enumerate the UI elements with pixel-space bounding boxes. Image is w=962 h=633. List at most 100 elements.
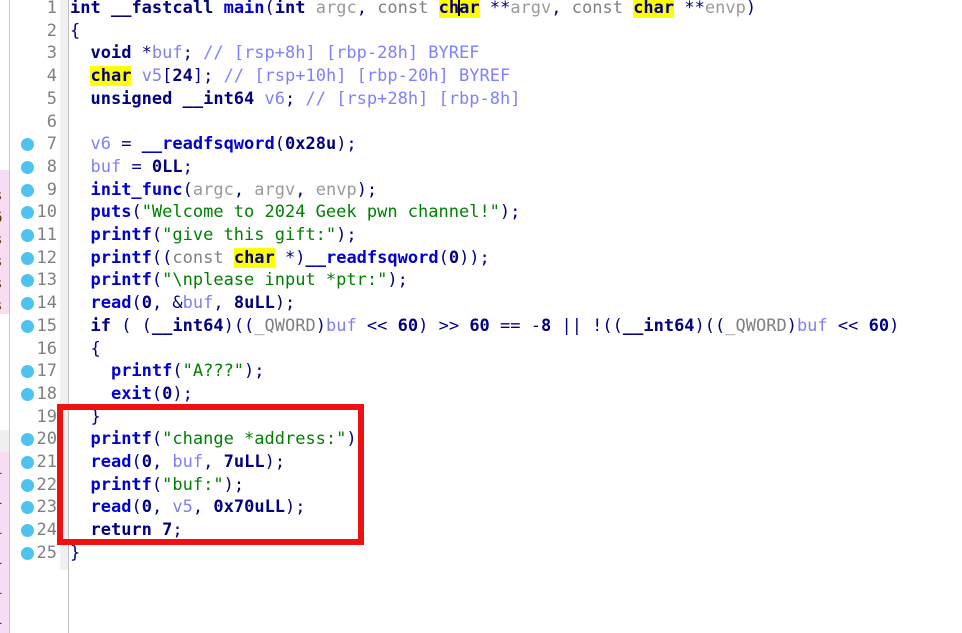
keyword: void [90, 43, 132, 64]
function-name: read [90, 497, 132, 518]
code-punctuation: ** [479, 0, 511, 18]
function-name: exit [110, 383, 152, 404]
left-strip-pink-band-lower [0, 452, 9, 633]
code-punctuation [101, 0, 111, 18]
code-punctuation: ( ( [110, 315, 152, 336]
code-punctuation: ( [151, 225, 163, 245]
code-line[interactable]: init_func(argc, argv, envp); [70, 179, 377, 202]
code-punctuation: ( [151, 383, 163, 404]
code-punctuation: ); [274, 293, 296, 314]
code-line[interactable]: exit(0); [70, 383, 193, 406]
line-number: 19 [36, 406, 57, 427]
left-strip-fragment: s [0, 188, 9, 204]
code-line[interactable]: read(0, v5, 0x70uLL); [70, 496, 305, 519]
highlighted-token[interactable]: char [633, 0, 675, 18]
keyword: int [274, 0, 306, 18]
code-line[interactable]: printf("A???"); [70, 360, 265, 383]
code-punctuation [70, 66, 90, 86]
code-line[interactable]: printf((const char *)__readfsqword(0)); [70, 247, 490, 270]
function-name: printf [90, 225, 152, 245]
code-punctuation: , & [151, 293, 183, 314]
local-variable: buf [90, 156, 122, 177]
code-punctuation: (( [151, 247, 173, 268]
code-punctuation [70, 157, 90, 177]
left-strip-fragment: 1 [0, 582, 9, 598]
code-line[interactable]: buf = 0LL; [70, 156, 193, 179]
line-number: 17 [36, 361, 57, 382]
code-line[interactable]: read(0, buf, 7uLL); [70, 451, 285, 474]
keyword: __fastcall [110, 0, 214, 18]
code-punctuation: ** [674, 0, 705, 18]
code-line[interactable]: int __fastcall main(int argc, const char… [70, 0, 756, 20]
code-punctuation: ( [264, 0, 275, 18]
type-keyword: _QWORD [725, 315, 787, 336]
code-punctuation [70, 316, 90, 336]
code-line[interactable]: printf("change *address:"); [70, 428, 367, 451]
code-punctuation [70, 384, 111, 404]
left-strip-grey-band [0, 430, 9, 452]
code-line[interactable]: puts("Welcome to 2024 Geek pwn channel!"… [70, 201, 520, 224]
left-strip-fragment: s [0, 232, 9, 248]
code-line[interactable]: if ( (__int64)((_QWORD)buf << 60) >> 60 … [70, 315, 899, 338]
code-punctuation [70, 429, 90, 449]
code-punctuation: ); [172, 383, 193, 404]
code-punctuation: ); [346, 429, 367, 450]
function-argument: argv [510, 0, 552, 18]
code-punctuation: = [110, 134, 142, 155]
highlighted-token[interactable]: char [438, 0, 480, 18]
code-line[interactable]: read(0, &buf, 8uLL); [70, 292, 295, 315]
code-line[interactable]: void *buf; // [rsp+8h] [rbp-28h] BYREF [70, 42, 479, 65]
code-token: 0x70uLL [213, 497, 286, 518]
code-line[interactable]: { [70, 338, 101, 361]
function-name: read [90, 293, 132, 314]
code-line[interactable]: char v5[24]; // [rsp+10h] [rbp-20h] BYRE… [70, 65, 510, 88]
line-number: 22 [36, 474, 57, 495]
code-line[interactable]: return 7; [70, 519, 183, 542]
local-variable: buf [325, 315, 357, 336]
code-punctuation: << [356, 315, 398, 336]
local-variable: v6 [264, 88, 286, 109]
code-line[interactable]: printf("give this gift:"); [70, 224, 356, 247]
line-number: 12 [36, 247, 57, 268]
code-token: 8 [540, 315, 552, 336]
code-punctuation: ); [244, 361, 265, 382]
line-number: 9 [46, 179, 57, 200]
code-punctuation [254, 89, 264, 109]
code-punctuation: ; [182, 156, 193, 177]
line-number: 4 [46, 66, 57, 87]
code-punctuation [70, 202, 90, 222]
function-name: read [90, 452, 132, 472]
code-line[interactable]: } [70, 406, 100, 429]
function-argument: argv [254, 179, 296, 200]
function-argument: argc [192, 179, 234, 200]
left-strip-fragment: s [0, 254, 9, 270]
keyword: __int64 [151, 315, 224, 336]
keyword: __int64 [182, 88, 255, 109]
pseudocode-text[interactable]: int __fastcall main(int argc, const char… [70, 0, 962, 633]
code-punctuation: ( [131, 293, 142, 314]
highlighted-token[interactable]: char [90, 66, 132, 87]
code-punctuation: ); [223, 474, 245, 495]
code-line[interactable]: printf("\nplease input *ptr:"); [70, 269, 407, 292]
code-punctuation [70, 134, 90, 154]
code-line[interactable]: printf("buf:"); [70, 474, 244, 497]
left-strip-fragment: 1 [0, 492, 9, 508]
code-line[interactable]: { [70, 20, 80, 43]
code-line[interactable]: } [70, 542, 80, 565]
code-punctuation: , [295, 179, 316, 200]
highlighted-token[interactable]: char [233, 247, 275, 268]
function-name: printf [90, 474, 152, 495]
code-token: 0 [448, 247, 460, 268]
gutter-separator-line [68, 0, 69, 633]
code-line[interactable]: unsigned __int64 v6; // [rsp+28h] [rbp-8… [70, 88, 520, 111]
line-number: 18 [36, 383, 57, 404]
code-punctuation: { [70, 338, 101, 359]
line-number-gutter: 1 2 3 4 5 6 7 8 9 10 11 12 13 14 15 16 17 18 19 20 21 22 23 24 2… [12, 0, 60, 633]
text-caret [458, 0, 461, 16]
code-punctuation: , [203, 452, 224, 472]
code-punctuation: , [233, 179, 255, 200]
code-punctuation: ; [172, 520, 183, 541]
code-line[interactable]: v6 = __readfsqword(0x28u); [70, 133, 356, 156]
code-punctuation [70, 89, 90, 109]
code-token: 0 [141, 293, 152, 314]
